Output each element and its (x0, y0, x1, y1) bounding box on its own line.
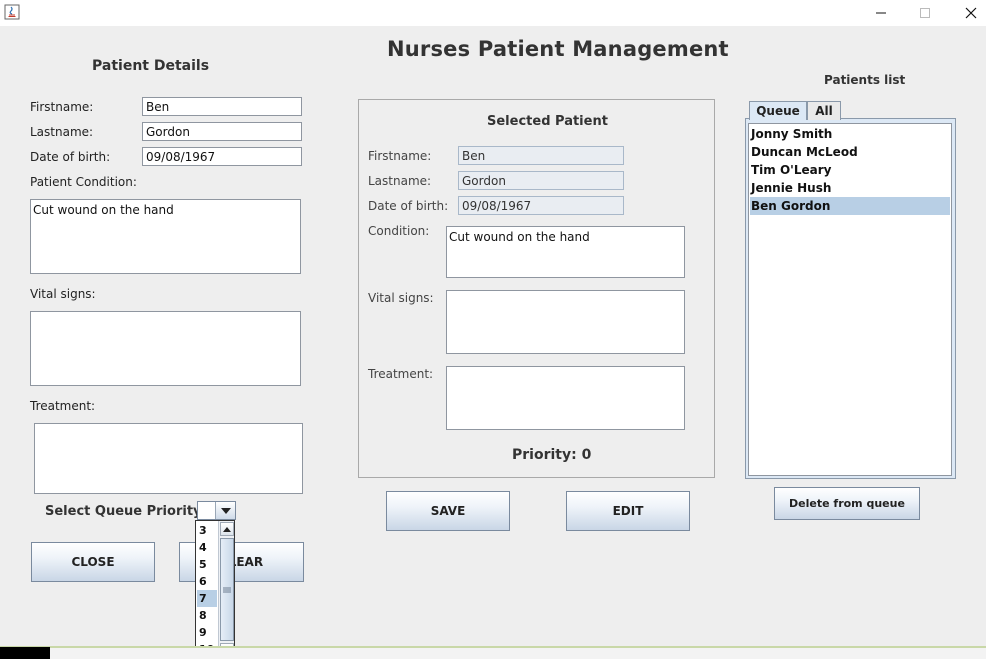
dropdown-option[interactable]: 6 (197, 573, 217, 590)
sel-firstname-field: Ben (458, 146, 624, 165)
lastname-field[interactable]: Gordon (142, 122, 302, 141)
grip-icon (223, 587, 231, 592)
list-item-selected[interactable]: Ben Gordon (750, 197, 950, 215)
taskbar-fragment (0, 647, 50, 659)
combobox-arrow-button[interactable] (215, 502, 235, 519)
tab-queue[interactable]: Queue (749, 101, 807, 120)
condition-textarea[interactable]: Cut wound on the hand (30, 199, 301, 274)
bottom-border (0, 646, 986, 659)
list-item[interactable]: Jonny Smith (750, 125, 950, 143)
dropdown-option[interactable]: 4 (197, 539, 217, 556)
sel-treatment-label: Treatment: (368, 367, 434, 381)
app-title: Nurses Patient Management (387, 37, 729, 61)
treatment-textarea[interactable] (34, 423, 303, 494)
close-icon (965, 7, 977, 19)
chevron-down-icon (220, 507, 231, 514)
window-titlebar (0, 0, 986, 26)
priority-display: Priority: 0 (512, 447, 592, 463)
delete-from-queue-button[interactable]: Delete from queue (774, 487, 920, 520)
firstname-label: Firstname: (30, 100, 94, 114)
priority-combobox[interactable] (197, 501, 236, 520)
arrow-up-icon (223, 526, 231, 532)
list-item[interactable]: Jennie Hush (750, 179, 950, 197)
sel-dob-label: Date of birth: (368, 199, 449, 213)
vital-signs-label: Vital signs: (30, 287, 96, 301)
firstname-field[interactable]: Ben (142, 97, 302, 116)
sel-condition-label: Condition: (368, 224, 430, 238)
sel-lastname-label: Lastname: (368, 174, 432, 188)
patients-listbox[interactable]: Jonny Smith Duncan McLeod Tim O'Leary Je… (748, 123, 952, 476)
close-button[interactable]: CLOSE (31, 542, 155, 582)
dob-label: Date of birth: (30, 150, 111, 164)
sel-vital-signs-textarea[interactable] (446, 290, 685, 354)
sel-vital-signs-label: Vital signs: (368, 291, 434, 305)
tab-all[interactable]: All (807, 101, 841, 120)
sel-treatment-textarea[interactable] (446, 366, 685, 430)
sel-lastname-field: Gordon (458, 171, 624, 190)
dropdown-option[interactable]: 3 (197, 522, 217, 539)
dropdown-option[interactable]: 5 (197, 556, 217, 573)
lastname-label: Lastname: (30, 125, 94, 139)
patient-details-heading: Patient Details (92, 58, 210, 74)
sel-condition-textarea[interactable]: Cut wound on the hand (446, 226, 685, 278)
vital-signs-textarea[interactable] (30, 311, 301, 386)
selected-patient-heading: Selected Patient (487, 114, 608, 129)
queue-priority-label: Select Queue Priority (45, 504, 202, 519)
sel-firstname-label: Firstname: (368, 149, 432, 163)
priority-dropdown-list[interactable]: 3 4 5 6 7 8 9 10 (195, 520, 235, 659)
dob-field[interactable]: 09/08/1967 (142, 147, 302, 166)
dropdown-option-highlighted[interactable]: 7 (197, 590, 217, 607)
scroll-up-button[interactable] (220, 522, 234, 536)
edit-button[interactable]: EDIT (566, 491, 690, 531)
patients-list-heading: Patients list (824, 73, 906, 87)
scrollbar-thumb[interactable] (220, 538, 234, 641)
condition-label: Patient Condition: (30, 175, 137, 189)
save-button[interactable]: SAVE (386, 491, 510, 531)
list-item[interactable]: Tim O'Leary (750, 161, 950, 179)
minimize-button[interactable] (858, 0, 904, 26)
dropdown-option[interactable]: 9 (197, 624, 217, 641)
maximize-icon (920, 8, 930, 18)
dropdown-option[interactable]: 8 (197, 607, 217, 624)
minimize-icon (876, 12, 886, 14)
treatment-label: Treatment: (30, 399, 96, 413)
maximize-button[interactable] (902, 0, 948, 26)
java-app-icon (4, 4, 20, 20)
dropdown-scrollbar[interactable] (218, 521, 234, 658)
sel-dob-field: 09/08/1967 (458, 196, 624, 215)
list-item[interactable]: Duncan McLeod (750, 143, 950, 161)
close-window-button[interactable] (948, 0, 986, 26)
